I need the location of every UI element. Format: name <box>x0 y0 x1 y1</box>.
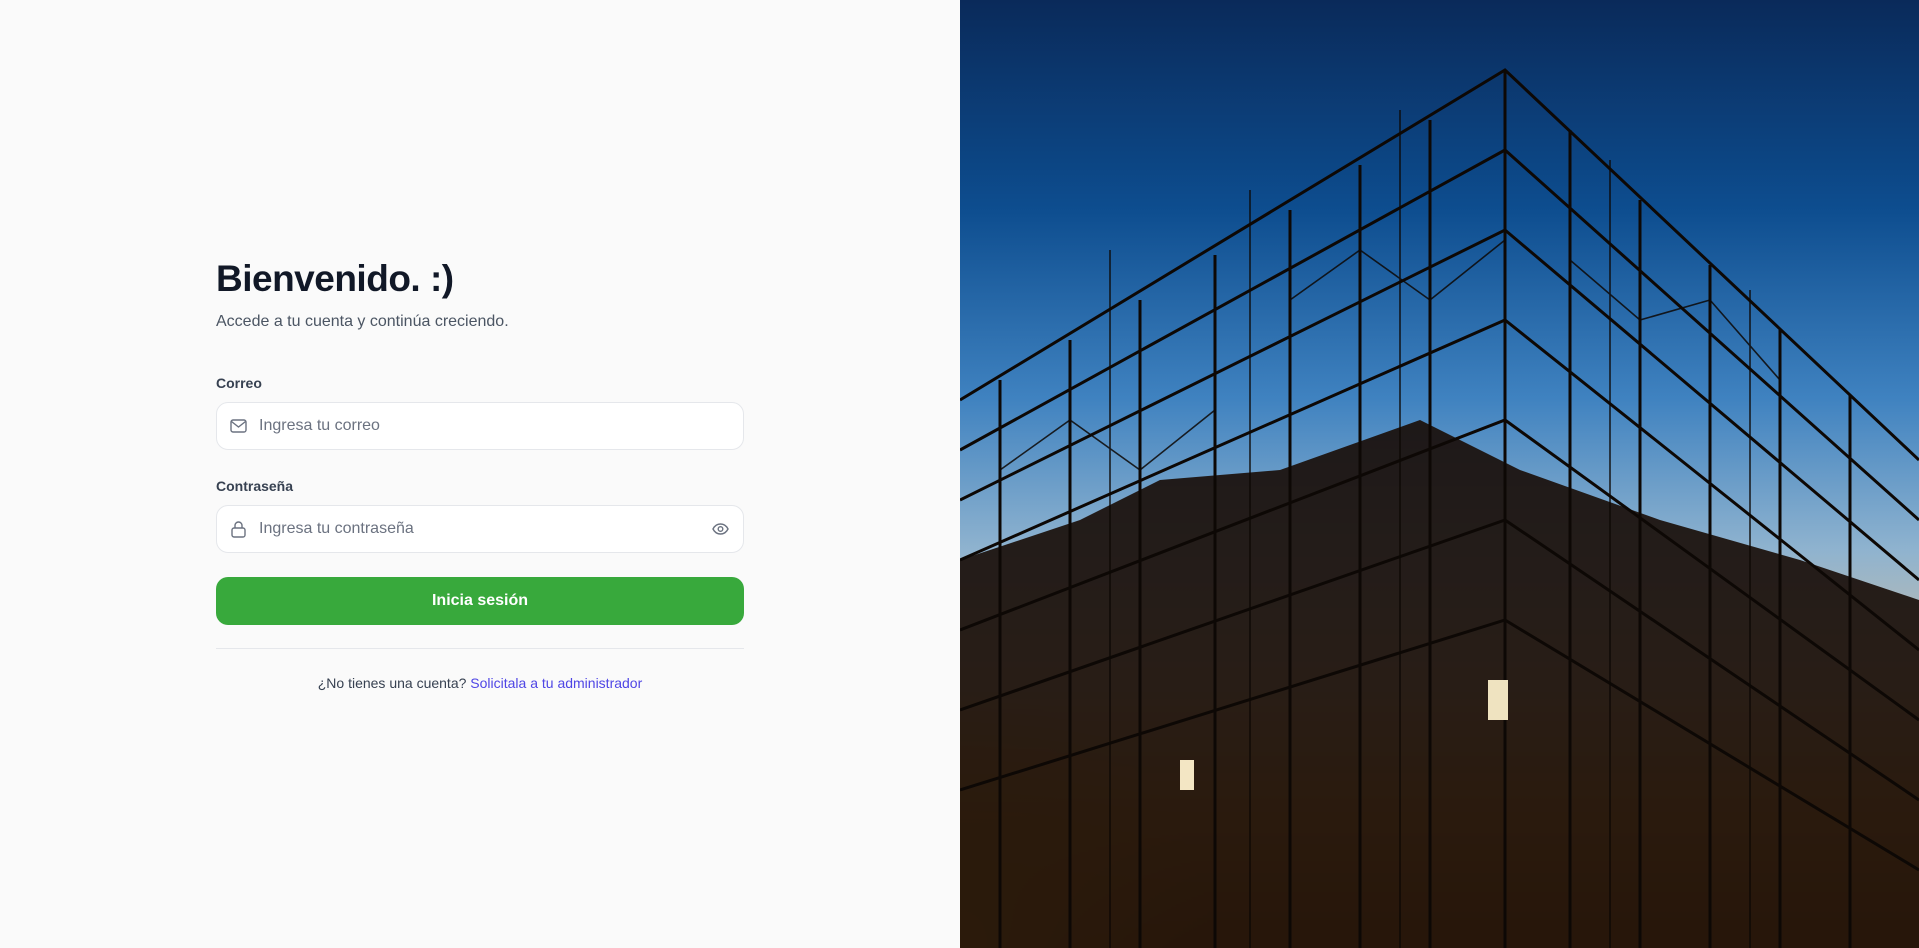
login-panel: Bienvenido. :) Accede a tu cuenta y cont… <box>0 0 960 948</box>
request-account-link[interactable]: Solicitala a tu administrador <box>470 675 642 691</box>
mail-icon <box>229 417 247 435</box>
email-input[interactable] <box>259 417 729 435</box>
email-field[interactable] <box>216 402 744 450</box>
page-subtitle: Accede a tu cuenta y continúa creciendo. <box>216 313 509 330</box>
password-input[interactable] <box>259 520 712 538</box>
page-title: Bienvenido. :) <box>216 258 454 299</box>
signup-prompt: ¿No tienes una cuenta? Solicitala a tu a… <box>216 675 744 691</box>
scaffolding-silhouette <box>960 68 1919 948</box>
email-label: Correo <box>216 375 262 391</box>
login-page: Bienvenido. :) Accede a tu cuenta y cont… <box>0 0 1919 948</box>
login-form: Bienvenido. :) Accede a tu cuenta y cont… <box>216 256 744 691</box>
hero-image <box>960 0 1919 948</box>
password-field[interactable] <box>216 505 744 553</box>
divider <box>216 648 744 649</box>
eye-icon[interactable] <box>712 523 729 535</box>
signup-prompt-text: ¿No tienes una cuenta? <box>317 675 467 691</box>
login-button[interactable]: Inicia sesión <box>216 577 744 625</box>
lock-icon <box>229 520 247 538</box>
password-label: Contraseña <box>216 478 294 494</box>
